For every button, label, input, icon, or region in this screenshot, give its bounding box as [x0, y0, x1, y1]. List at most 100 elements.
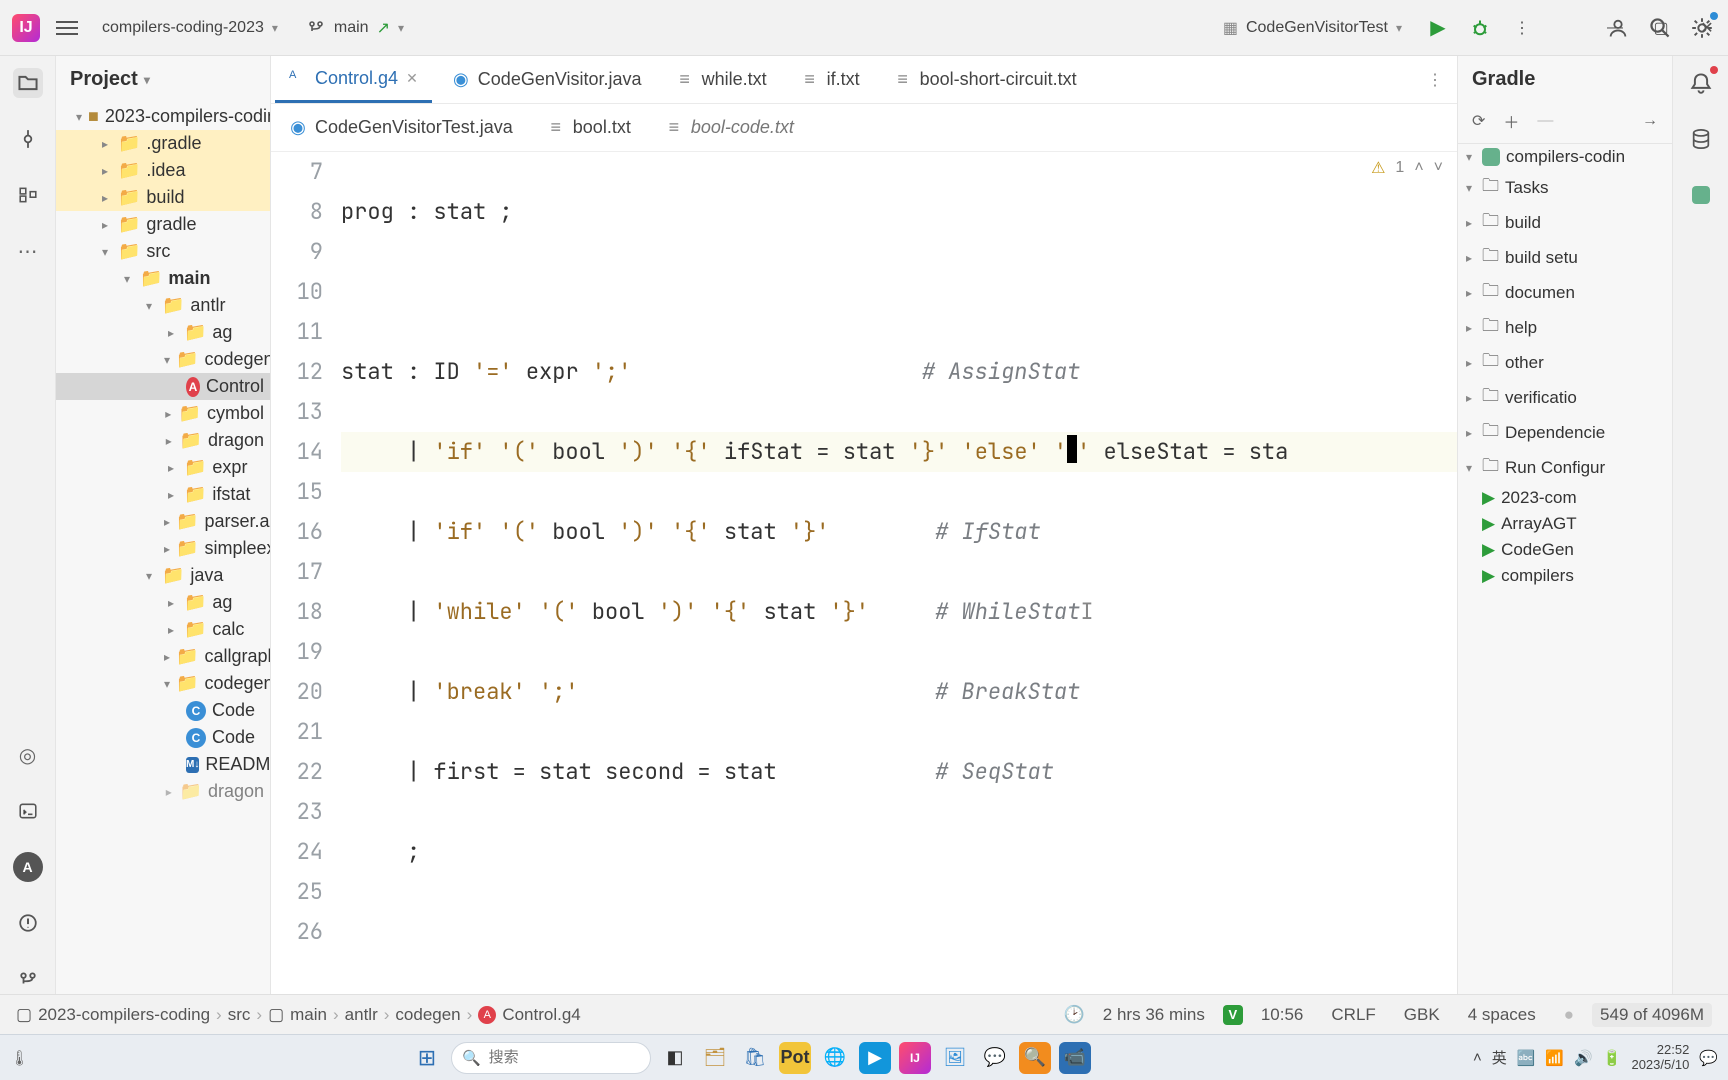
main-menu-button[interactable]: [54, 15, 80, 41]
gradle-rc-1[interactable]: ▶2023-com: [1458, 485, 1672, 511]
tree-root[interactable]: ▾■ 2023-compilers-coding: [56, 103, 270, 130]
readonly-widget[interactable]: ●: [1554, 1005, 1584, 1025]
tab-control-g4[interactable]: A Control.g4 ✕: [275, 56, 432, 103]
refresh-button[interactable]: ⟳: [1472, 111, 1485, 131]
gutter[interactable]: 78910💡11121314151617181920212223242526: [271, 152, 341, 994]
gradle-run-configs[interactable]: ▾🗀Run Configur: [1458, 450, 1672, 485]
gradle-task-other[interactable]: ▸🗀other: [1458, 345, 1672, 380]
tree-file-readme[interactable]: M↓ READM: [56, 751, 270, 778]
breadcrumb[interactable]: ▢ 2023-compilers-coding› src› ▢main› ant…: [16, 1005, 581, 1025]
debug-button[interactable]: [1466, 14, 1494, 42]
commit-toolwindow-button[interactable]: [13, 124, 43, 154]
services-button[interactable]: ◎: [13, 740, 43, 770]
tree-file-code-a[interactable]: C Code: [56, 697, 270, 724]
tree-folder-build[interactable]: ▸📁 build: [56, 184, 270, 211]
more-actions-button[interactable]: ⋮: [1508, 14, 1536, 42]
wifi-icon[interactable]: 📶: [1545, 1049, 1564, 1067]
meeting-app[interactable]: 📹: [1059, 1042, 1091, 1074]
tree-folder-ifstat[interactable]: ▸📁 ifstat: [56, 481, 270, 508]
tree-folder-codegen2[interactable]: ▾📁 codegen: [56, 670, 270, 697]
video-app[interactable]: ▶: [859, 1042, 891, 1074]
task-view-button[interactable]: ◧: [659, 1042, 691, 1074]
start-button[interactable]: ⊞: [411, 1042, 443, 1074]
project-panel-header[interactable]: Project ▾: [56, 56, 270, 103]
tray-chevron-icon[interactable]: ˄: [1473, 1049, 1482, 1066]
ime-indicator[interactable]: 英: [1492, 1047, 1507, 1068]
image-app[interactable]: 🖼: [939, 1042, 971, 1074]
gradle-tree[interactable]: ▾ compilers-codin ▾🗀 Tasks ▸🗀build ▸🗀bui…: [1458, 144, 1672, 994]
gradle-task-help[interactable]: ▸🗀help: [1458, 310, 1672, 345]
explorer-app[interactable]: 🗂: [699, 1042, 731, 1074]
everything-app[interactable]: 🔍: [1019, 1042, 1051, 1074]
store-app[interactable]: 🛍: [739, 1042, 771, 1074]
taskbar-search-input[interactable]: [489, 1049, 619, 1066]
gradle-task-documentation[interactable]: ▸🗀documen: [1458, 275, 1672, 310]
gradle-button[interactable]: [1686, 180, 1716, 210]
edge-app[interactable]: 🌐: [819, 1042, 851, 1074]
tree-folder-dragon[interactable]: ▸📁 dragon: [56, 427, 270, 454]
tree-folder-java[interactable]: ▾📁 java: [56, 562, 270, 589]
close-tab-button[interactable]: ✕: [406, 70, 418, 87]
tab-bool-short-circuit[interactable]: ≡ bool-short-circuit.txt: [880, 56, 1091, 103]
weather-widget[interactable]: 🌡: [10, 1049, 29, 1067]
forward-button[interactable]: →: [1642, 112, 1658, 130]
tree-folder-dragon2[interactable]: ▸📁 dragon: [56, 778, 270, 805]
tree-folder-ag[interactable]: ▸📁 ag: [56, 319, 270, 346]
gradle-rc-3[interactable]: ▶CodeGen: [1458, 537, 1672, 563]
gradle-rc-2[interactable]: ▶ArrayAGT: [1458, 511, 1672, 537]
gradle-task-build-setup[interactable]: ▸🗀build setu: [1458, 240, 1672, 275]
structure-toolwindow-button[interactable]: [13, 180, 43, 210]
code-content[interactable]: prog : stat ; stat : ID '=' expr ';' # A…: [341, 152, 1457, 994]
vcs-toolwindow-button[interactable]: [13, 964, 43, 994]
notification-center-button[interactable]: 💬: [1699, 1049, 1718, 1067]
notifications-button[interactable]: [1686, 68, 1716, 98]
run-config-picker[interactable]: ▦ CodeGenVisitorTest ▾: [1215, 14, 1410, 42]
tree-folder-idea[interactable]: ▸📁 .idea: [56, 157, 270, 184]
volume-icon[interactable]: 🔊: [1574, 1049, 1593, 1067]
more-toolwindows-button[interactable]: ⋯: [13, 236, 43, 266]
tab-bool-code-txt[interactable]: ≡ bool-code.txt: [651, 104, 808, 151]
input-method-indicator[interactable]: 🔤: [1517, 1049, 1536, 1067]
tree-folder-antlr[interactable]: ▾📁 antlr: [56, 292, 270, 319]
add-button[interactable]: ＋: [1503, 109, 1519, 133]
memory-widget[interactable]: 549 of 4096M: [1592, 1003, 1712, 1027]
intellij-app[interactable]: IJ: [899, 1042, 931, 1074]
tab-codegenvisitor[interactable]: ◉ CodeGenVisitor.java: [438, 56, 656, 103]
gradle-rc-4[interactable]: ▶compilers: [1458, 563, 1672, 589]
project-toolwindow-button[interactable]: [13, 68, 43, 98]
battery-icon[interactable]: 🔋: [1603, 1049, 1622, 1067]
tab-bool-txt[interactable]: ≡ bool.txt: [533, 104, 645, 151]
problems-button[interactable]: [13, 908, 43, 938]
close-button[interactable]: ✕: [1696, 17, 1718, 39]
gradle-task-build[interactable]: ▸🗀build: [1458, 205, 1672, 240]
potplayer-app[interactable]: Pot: [779, 1042, 811, 1074]
tab-overflow-button[interactable]: ⋮: [1413, 70, 1457, 90]
tree-folder-gradle[interactable]: ▸📁 gradle: [56, 211, 270, 238]
tree-file-control-g4[interactable]: A Control: [56, 373, 270, 400]
gradle-task-verification[interactable]: ▸🗀verificatio: [1458, 380, 1672, 415]
line-separator-widget[interactable]: CRLF: [1321, 1005, 1385, 1025]
taskbar-search[interactable]: 🔍: [451, 1042, 651, 1074]
code-editor[interactable]: ⚠ 1 ˄ ˅ 78910💡11121314151617181920212223…: [271, 152, 1457, 994]
antlr-preview-button[interactable]: A: [13, 852, 43, 882]
tree-folder-callgraph[interactable]: ▸📁 callgraph: [56, 643, 270, 670]
tab-while-txt[interactable]: ≡ while.txt: [662, 56, 781, 103]
tree-folder-main[interactable]: ▾📁 main: [56, 265, 270, 292]
encoding-widget[interactable]: GBK: [1394, 1005, 1450, 1025]
project-picker[interactable]: compilers-coding-2023 ▾: [94, 15, 286, 41]
maximize-button[interactable]: ▢: [1650, 17, 1672, 39]
project-tree[interactable]: ▾■ 2023-compilers-coding ▸📁 .gradle ▸📁 .…: [56, 103, 270, 994]
tree-folder-calc[interactable]: ▸📁 calc: [56, 616, 270, 643]
cursor-position-widget[interactable]: 10:56: [1251, 1005, 1314, 1025]
database-button[interactable]: [1686, 124, 1716, 154]
remove-button[interactable]: —: [1537, 112, 1553, 130]
tree-file-code-b[interactable]: C Code: [56, 724, 270, 751]
wechat-app[interactable]: 💬: [979, 1042, 1011, 1074]
system-tray[interactable]: ˄ 英 🔤 📶 🔊 🔋 22:52 2023/5/10 💬: [1473, 1043, 1718, 1073]
tree-folder-parserallst[interactable]: ▸📁 parser.allst: [56, 508, 270, 535]
gradle-dependencies[interactable]: ▸🗀Dependencie: [1458, 415, 1672, 450]
minimize-button[interactable]: —: [1604, 17, 1626, 39]
indent-widget[interactable]: 4 spaces: [1458, 1005, 1546, 1025]
terminal-button[interactable]: [13, 796, 43, 826]
vim-widget[interactable]: V: [1223, 1005, 1243, 1025]
